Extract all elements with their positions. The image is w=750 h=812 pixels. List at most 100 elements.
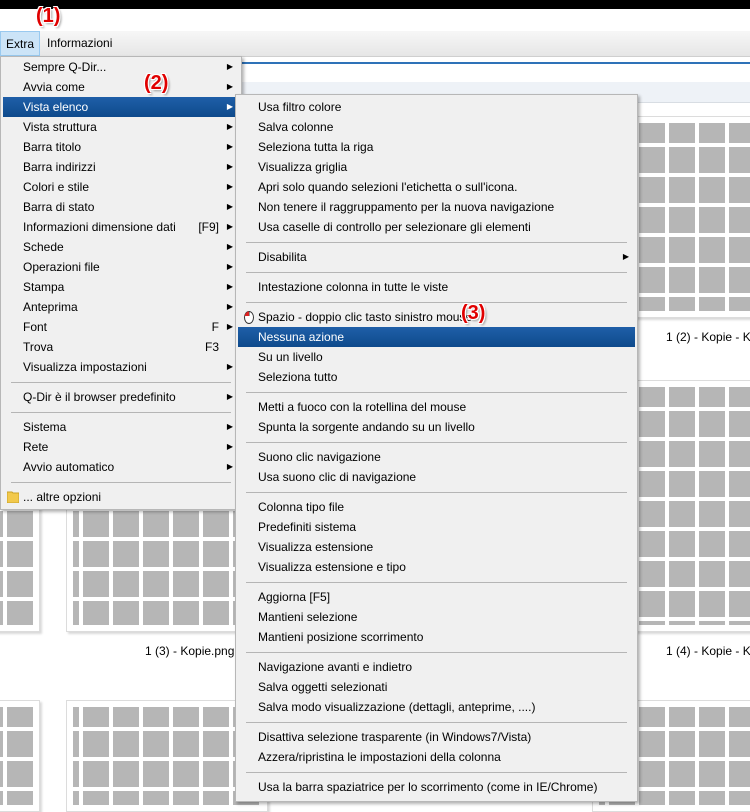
thumbnail-label[interactable]: 1 (4) - Kopie - Ko xyxy=(666,644,750,658)
menu-item-label: Mantieni selezione xyxy=(258,610,358,624)
menu-item-altre-opzioni[interactable]: ... altre opzioni xyxy=(3,487,239,507)
menu-item-visualizza-impostazioni[interactable]: Visualizza impostazioni ▶ xyxy=(3,357,239,377)
submenu-arrow-icon: ▶ xyxy=(226,392,233,401)
menu-item-label: Colonna tipo file xyxy=(258,500,345,514)
menu-item-intestazione-colonna-in-tutte-le-viste[interactable]: Intestazione colonna in tutte le viste xyxy=(238,277,635,297)
menu-item-label: Barra di stato xyxy=(23,200,95,214)
menu-item-navigazione-avanti-e-indietro[interactable]: Navigazione avanti e indietro xyxy=(238,657,635,677)
menu-item-label: Non tenere il raggruppamento per la nuov… xyxy=(258,200,555,214)
menu-item-vista-elenco[interactable]: Vista elenco ▶ xyxy=(3,97,239,117)
menu-item-label: Usa la barra spaziatrice per lo scorrime… xyxy=(258,780,598,794)
menu-item-label: Vista struttura xyxy=(23,120,97,134)
menu-item-apri-solo-quando-selezioni-l-etichetta-o-sull-icona[interactable]: Apri solo quando selezioni l'etichetta o… xyxy=(238,177,635,197)
menu-item-label: Trova xyxy=(23,340,54,354)
thumbnail-yellow-left[interactable] xyxy=(0,700,40,812)
menu-item-mantieni-posizione-scorrimento[interactable]: Mantieni posizione scorrimento xyxy=(238,627,635,647)
menu-item-suono-clic-navigazione[interactable]: Suono clic navigazione xyxy=(238,447,635,467)
menu-item-usa-filtro-colore[interactable]: Usa filtro colore xyxy=(238,97,635,117)
menu-item-label: Visualizza estensione xyxy=(258,540,374,554)
menu-item-barra-titolo[interactable]: Barra titolo ▶ xyxy=(3,137,239,157)
menu-item-sistema[interactable]: Sistema ▶ xyxy=(3,417,239,437)
menu-item-aggiorna-f5[interactable]: Aggiorna [F5] xyxy=(238,587,635,607)
menu-item-salva-modo-visualizzazione-dettagli-anteprime[interactable]: Salva modo visualizzazione (dettagli, an… xyxy=(238,697,635,717)
menu-separator xyxy=(11,482,231,483)
menu-informazioni[interactable]: Informazioni xyxy=(42,31,117,56)
menu-item-mantieni-selezione[interactable]: Mantieni selezione xyxy=(238,607,635,627)
menu-item-colonna-tipo-file[interactable]: Colonna tipo file xyxy=(238,497,635,517)
submenu-arrow-icon: ▶ xyxy=(622,252,629,261)
menu-item-trova[interactable]: Trova F3 xyxy=(3,337,239,357)
menu-item-label: Informazioni dimensione dati xyxy=(23,220,176,234)
menu-item-usa-suono-clic-di-navigazione[interactable]: Usa suono clic di navigazione xyxy=(238,467,635,487)
menu-item-sempre-q-dir[interactable]: Sempre Q-Dir... ▶ xyxy=(3,57,239,77)
menu-item-su-un-livello[interactable]: Su un livello xyxy=(238,347,635,367)
menu-item-schede[interactable]: Schede ▶ xyxy=(3,237,239,257)
menu-item-q-dir-il-browser-predefinito[interactable]: Q-Dir è il browser predefinito ▶ xyxy=(3,387,239,407)
submenu-arrow-icon: ▶ xyxy=(226,142,233,151)
menu-item-non-tenere-il-raggruppamento-per-la-nuova-navigazione[interactable]: Non tenere il raggruppamento per la nuov… xyxy=(238,197,635,217)
menu-item-font[interactable]: Font F ▶ xyxy=(3,317,239,337)
menu-item-label: Metti a fuoco con la rotellina del mouse xyxy=(258,400,467,414)
menu-item-seleziona-tutto[interactable]: Seleziona tutto xyxy=(238,367,635,387)
menu-item-spunta-la-sorgente-andando-su-un-livello[interactable]: Spunta la sorgente andando su un livello xyxy=(238,417,635,437)
menu-item-spazio-doppio-clic-tasto-sinistro-mouse[interactable]: Spazio - doppio clic tasto sinistro mous… xyxy=(238,307,635,327)
submenu-arrow-icon: ▶ xyxy=(226,462,233,471)
menu-separator xyxy=(246,652,627,653)
menu-separator xyxy=(11,382,231,383)
thumbnail-image xyxy=(73,707,261,805)
menu-item-label: Usa filtro colore xyxy=(258,100,342,114)
menu-item-label: Colori e stile xyxy=(23,180,90,194)
menu-item-colori-e-stile[interactable]: Colori e stile ▶ xyxy=(3,177,239,197)
submenu-arrow-icon: ▶ xyxy=(226,222,233,231)
menu-item-avvio-automatico[interactable]: Avvio automatico ▶ xyxy=(3,457,239,477)
thumbnail-label[interactable]: 1 (3) - Kopie.png xyxy=(145,644,234,658)
folder-icon xyxy=(7,491,19,503)
submenu-arrow-icon: ▶ xyxy=(226,122,233,131)
menu-item-label: Intestazione colonna in tutte le viste xyxy=(258,280,449,294)
submenu-arrow-icon: ▶ xyxy=(226,202,233,211)
menu-item-operazioni-file[interactable]: Operazioni file ▶ xyxy=(3,257,239,277)
menu-item-label: Salva colonne xyxy=(258,120,334,134)
menu-item-visualizza-estensione-e-tipo[interactable]: Visualizza estensione e tipo xyxy=(238,557,635,577)
submenu-arrow-icon: ▶ xyxy=(226,362,233,371)
menu-item-anteprima[interactable]: Anteprima ▶ xyxy=(3,297,239,317)
menu-item-disattiva-selezione-trasparente-in-windows7-vista[interactable]: Disattiva selezione trasparente (in Wind… xyxy=(238,727,635,747)
menu-item-label: Spazio - doppio clic tasto sinistro mous… xyxy=(258,310,473,324)
menu-item-nessuna-azione[interactable]: Nessuna azione xyxy=(238,327,635,347)
menu-item-avvia-come[interactable]: Avvia come ▶ xyxy=(3,77,239,97)
menu-item-seleziona-tutta-la-riga[interactable]: Seleziona tutta la riga xyxy=(238,137,635,157)
menu-item-visualizza-estensione[interactable]: Visualizza estensione xyxy=(238,537,635,557)
menu-item-barra-indirizzi[interactable]: Barra indirizzi ▶ xyxy=(3,157,239,177)
menu-item-label: Suono clic navigazione xyxy=(258,450,381,464)
menu-item-salva-colonne[interactable]: Salva colonne xyxy=(238,117,635,137)
menu-item-label: Stampa xyxy=(23,280,65,294)
menu-item-label: Avvia come xyxy=(23,80,85,94)
submenu-arrow-icon: ▶ xyxy=(226,442,233,451)
menu-item-shortcut: F xyxy=(211,320,219,334)
menu-item-usa-la-barra-spaziatrice-per-lo-scorrimento-come-in-ie-chrome[interactable]: Usa la barra spaziatrice per lo scorrime… xyxy=(238,777,635,797)
menu-item-barra-di-stato[interactable]: Barra di stato ▶ xyxy=(3,197,239,217)
menu-extra[interactable]: Extra xyxy=(0,31,40,56)
menu-item-azzera-ripristina-le-impostazioni-della-colonna[interactable]: Azzera/ripristina le impostazioni della … xyxy=(238,747,635,767)
menu-item-label: ... altre opzioni xyxy=(23,490,102,504)
menu-item-informazioni-dimensione-dati[interactable]: Informazioni dimensione dati [F9] ▶ xyxy=(3,217,239,237)
thumbnail-label[interactable]: 1 (2) - Kopie - Ko xyxy=(666,330,750,344)
menu-item-salva-oggetti-selezionati[interactable]: Salva oggetti selezionati xyxy=(238,677,635,697)
menu-item-label: Rete xyxy=(23,440,49,454)
thumbnail-image xyxy=(0,707,33,805)
menu-item-metti-a-fuoco-con-la-rotellina-del-mouse[interactable]: Metti a fuoco con la rotellina del mouse xyxy=(238,397,635,417)
menu-item-stampa[interactable]: Stampa ▶ xyxy=(3,277,239,297)
menu-item-usa-caselle-di-controllo-per-selezionare-gli-elementi[interactable]: Usa caselle di controllo per selezionare… xyxy=(238,217,635,237)
menu-separator xyxy=(246,442,627,443)
menu-item-vista-struttura[interactable]: Vista struttura ▶ xyxy=(3,117,239,137)
submenu-arrow-icon: ▶ xyxy=(226,82,233,91)
menu-item-label: Operazioni file xyxy=(23,260,100,274)
menu-item-predefiniti-sistema[interactable]: Predefiniti sistema xyxy=(238,517,635,537)
menu-item-disabilita[interactable]: Disabilita ▶ xyxy=(238,247,635,267)
submenu-arrow-icon: ▶ xyxy=(226,322,233,331)
menu-separator xyxy=(246,242,627,243)
menu-item-label: Mantieni posizione scorrimento xyxy=(258,630,424,644)
menu-item-visualizza-griglia[interactable]: Visualizza griglia xyxy=(238,157,635,177)
menu-item-label: Visualizza estensione e tipo xyxy=(258,560,406,574)
menu-item-rete[interactable]: Rete ▶ xyxy=(3,437,239,457)
